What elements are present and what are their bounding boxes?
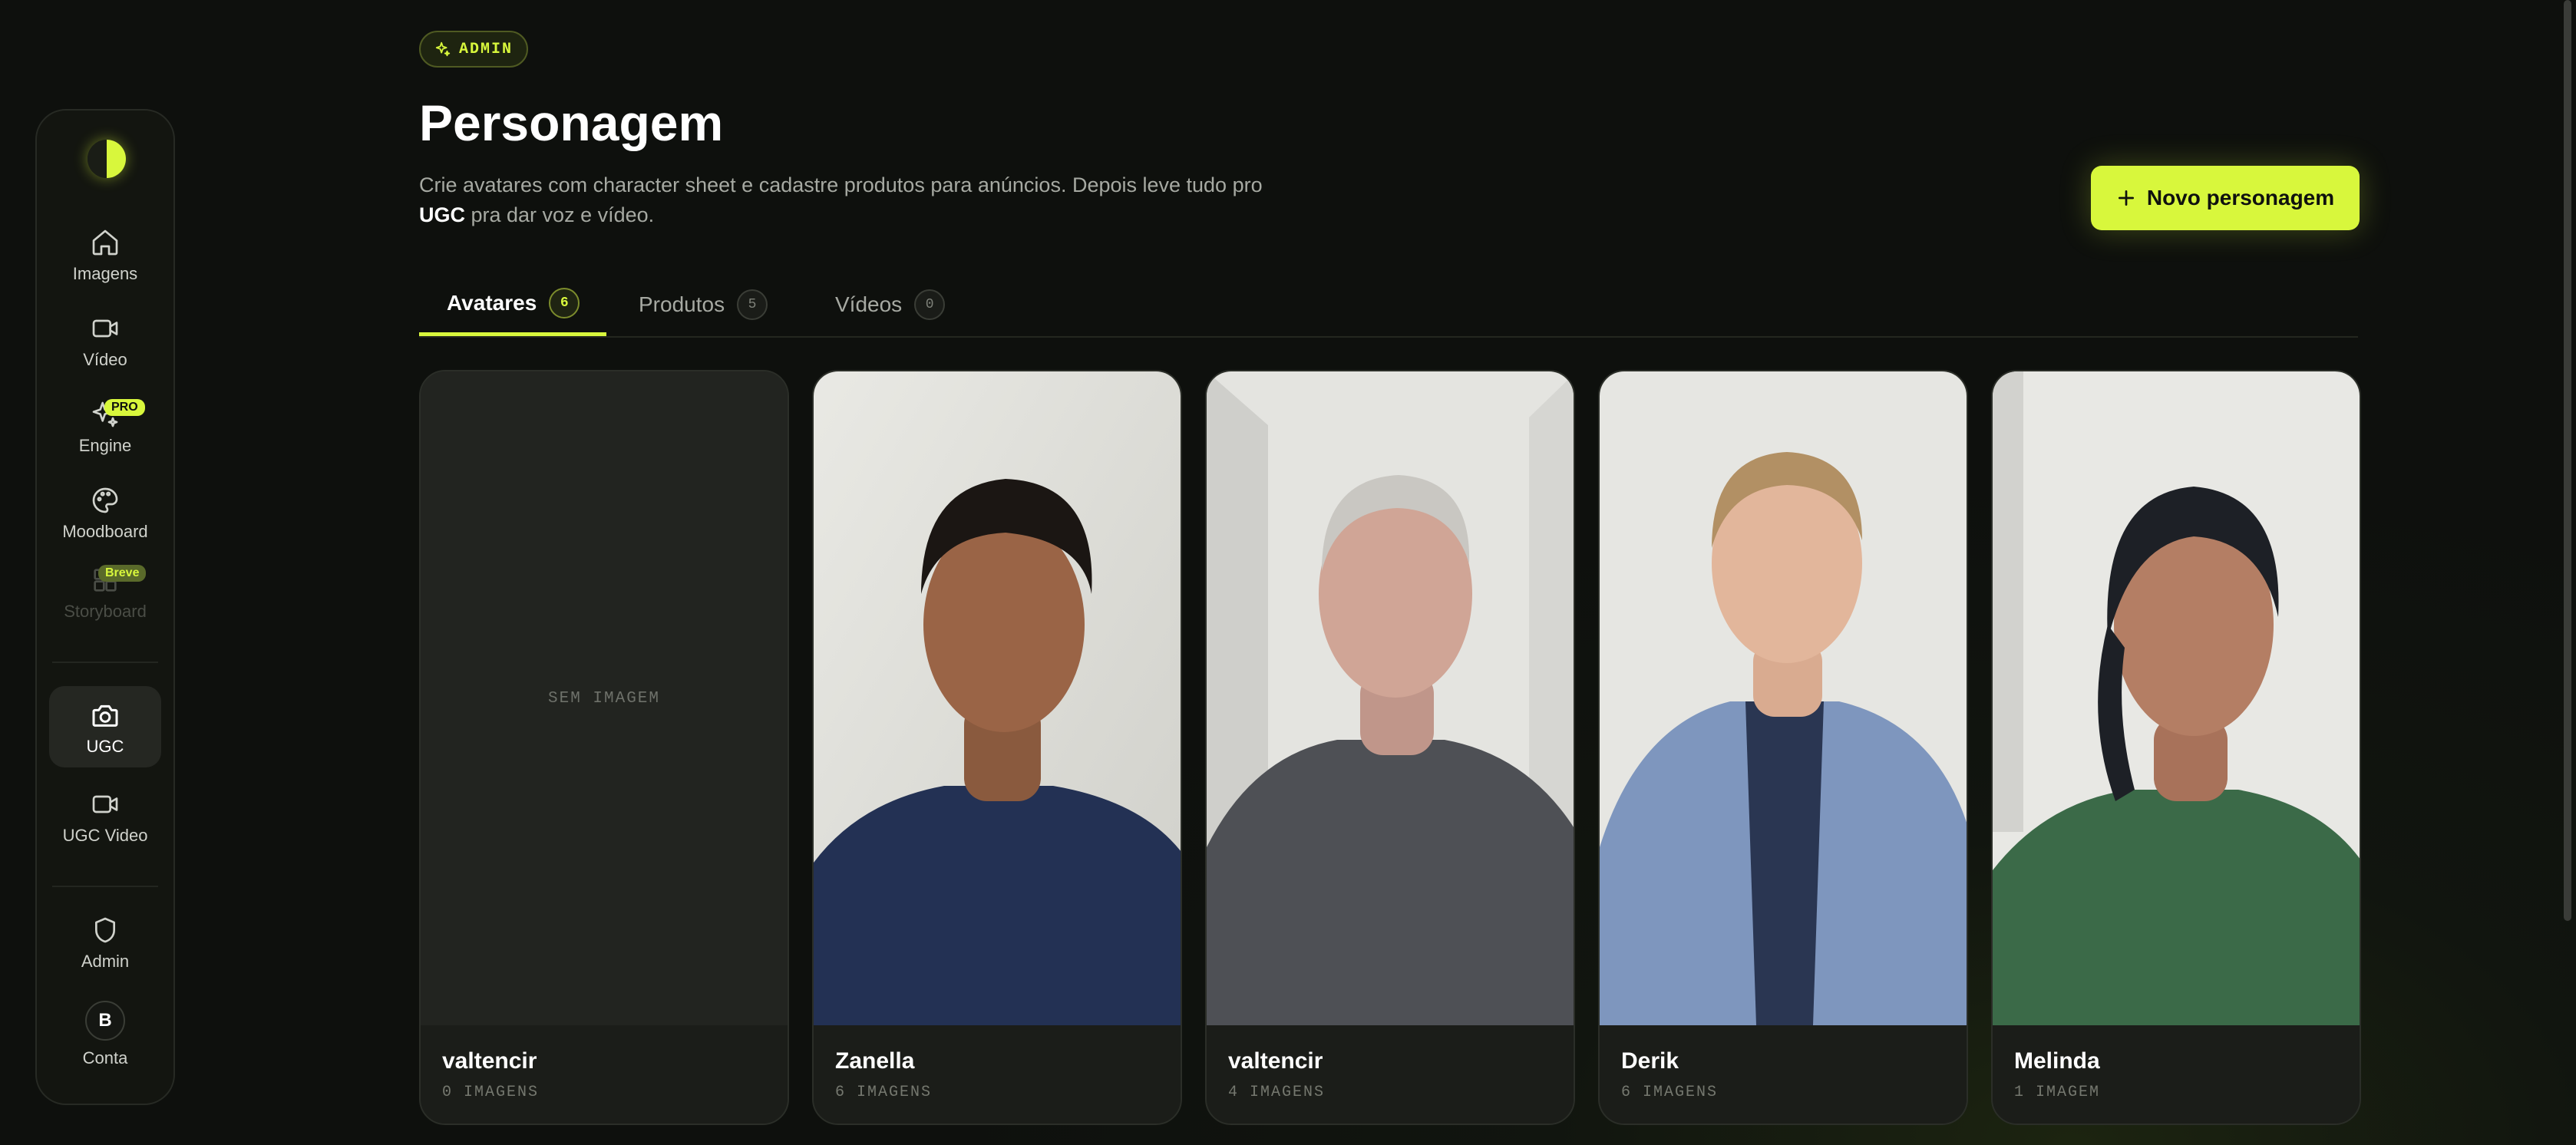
- avatar-card[interactable]: valtencir 4 IMAGENS: [1205, 370, 1575, 1125]
- avatar-card[interactable]: Derik 6 IMAGENS: [1598, 370, 1968, 1125]
- card-name: valtencir: [442, 1048, 537, 1074]
- sidebar-item-label: Vídeo: [83, 350, 127, 369]
- card-image-count: 4 IMAGENS: [1228, 1084, 1326, 1101]
- tab-label: Vídeos: [835, 292, 903, 316]
- card-name: Melinda: [2014, 1048, 2100, 1074]
- camera-icon: [92, 704, 118, 727]
- tab-count: 5: [737, 289, 768, 320]
- sidebar-divider: [52, 886, 158, 887]
- new-character-button-label: Novo personagem: [2146, 186, 2335, 210]
- page-title: Personagem: [419, 94, 724, 151]
- home-icon: [92, 229, 118, 256]
- avatar-photo: [1207, 371, 1574, 1025]
- portrait-image: [814, 371, 1181, 1025]
- tab-bar: Avatares 6 Produtos 5 Vídeos 0: [419, 273, 2358, 338]
- avatar-card[interactable]: SEM IMAGEM valtencir 0 IMAGENS: [419, 370, 789, 1125]
- new-character-button[interactable]: Novo personagem: [2091, 166, 2360, 230]
- description-line1: Crie avatares com character sheet e cada…: [419, 173, 1263, 196]
- card-info: Zanella 6 IMAGENS: [814, 1025, 1181, 1124]
- admin-tag-label: ADMIN: [459, 40, 514, 58]
- avatar-card[interactable]: Zanella 6 IMAGENS: [812, 370, 1182, 1125]
- card-image-count: 6 IMAGENS: [835, 1084, 933, 1101]
- sidebar-item-admin[interactable]: Admin: [37, 915, 173, 972]
- card-name: Zanella: [835, 1048, 915, 1074]
- card-info: valtencir 4 IMAGENS: [1207, 1025, 1574, 1124]
- tab-count: 6: [549, 287, 580, 318]
- portrait-image: [1207, 371, 1574, 1025]
- avatar: B: [85, 1001, 125, 1041]
- video-icon: [92, 319, 118, 338]
- tab-videos[interactable]: Vídeos 0: [835, 273, 946, 336]
- sidebar-item-engine[interactable]: PRO Engine: [37, 399, 173, 456]
- card-info: Derik 6 IMAGENS: [1600, 1025, 1967, 1124]
- avatar-card[interactable]: Melinda 1 IMAGEM: [1991, 370, 2361, 1125]
- video-icon: [92, 795, 118, 813]
- card-image-count: 0 IMAGENS: [442, 1084, 540, 1101]
- sidebar: Imagens Vídeo PRO Engine Moodboard Breve…: [35, 109, 175, 1105]
- sidebar-item-imagens[interactable]: Imagens: [37, 227, 173, 284]
- card-info: valtencir 0 IMAGENS: [421, 1025, 788, 1124]
- sidebar-item-ugc[interactable]: UGC: [49, 686, 161, 767]
- palette-icon: [92, 487, 118, 513]
- plus-icon: [2118, 190, 2134, 206]
- card-name: Derik: [1621, 1048, 1679, 1074]
- admin-tag: ADMIN: [419, 31, 529, 68]
- portrait-image: [1600, 371, 1967, 1025]
- app-logo[interactable]: [88, 140, 126, 178]
- tab-produtos[interactable]: Produtos 5: [639, 273, 768, 336]
- sidebar-item-label: Storyboard: [64, 602, 147, 621]
- avatar-photo: [814, 371, 1181, 1025]
- sparkle-icon: [435, 41, 451, 57]
- tab-label: Produtos: [639, 292, 725, 316]
- description-line2: pra dar voz e vídeo.: [465, 203, 655, 226]
- card-image-count: 1 IMAGEM: [2014, 1084, 2101, 1101]
- breve-badge: Breve: [98, 565, 147, 582]
- sidebar-item-label: Conta: [82, 1048, 128, 1067]
- sidebar-item-label: Moodboard: [62, 522, 148, 541]
- card-info: Melinda 1 IMAGEM: [1993, 1025, 2360, 1124]
- tab-avatares[interactable]: Avatares 6: [419, 273, 606, 336]
- sidebar-item-ugc-video[interactable]: UGC Video: [37, 789, 173, 846]
- sidebar-item-label: UGC Video: [62, 826, 148, 845]
- sidebar-item-label: Engine: [78, 436, 132, 455]
- shield-icon: [95, 917, 115, 943]
- pro-badge: PRO: [104, 399, 145, 416]
- description-bold: UGC: [419, 203, 465, 226]
- sidebar-item-label: Imagens: [72, 264, 138, 283]
- sidebar-item-moodboard[interactable]: Moodboard: [37, 485, 173, 542]
- page-description: Crie avatares com character sheet e cada…: [419, 170, 1294, 230]
- no-image-placeholder: SEM IMAGEM: [421, 371, 788, 1025]
- avatar-photo: [1993, 371, 2360, 1025]
- sidebar-item-video[interactable]: Vídeo: [37, 313, 173, 370]
- sidebar-divider: [52, 662, 158, 663]
- sidebar-item-label: UGC: [86, 737, 124, 756]
- sidebar-item-conta[interactable]: B Conta: [37, 1001, 173, 1068]
- sidebar-item-label: Admin: [81, 952, 130, 971]
- scrollbar[interactable]: [2564, 0, 2571, 921]
- card-image-count: 6 IMAGENS: [1621, 1084, 1719, 1101]
- sidebar-item-storyboard: Breve Storyboard: [37, 565, 173, 622]
- card-name: valtencir: [1228, 1048, 1323, 1074]
- tab-label: Avatares: [447, 290, 537, 315]
- portrait-image: [1993, 371, 2360, 1025]
- tab-count: 0: [914, 289, 946, 320]
- avatar-photo: [1600, 371, 1967, 1025]
